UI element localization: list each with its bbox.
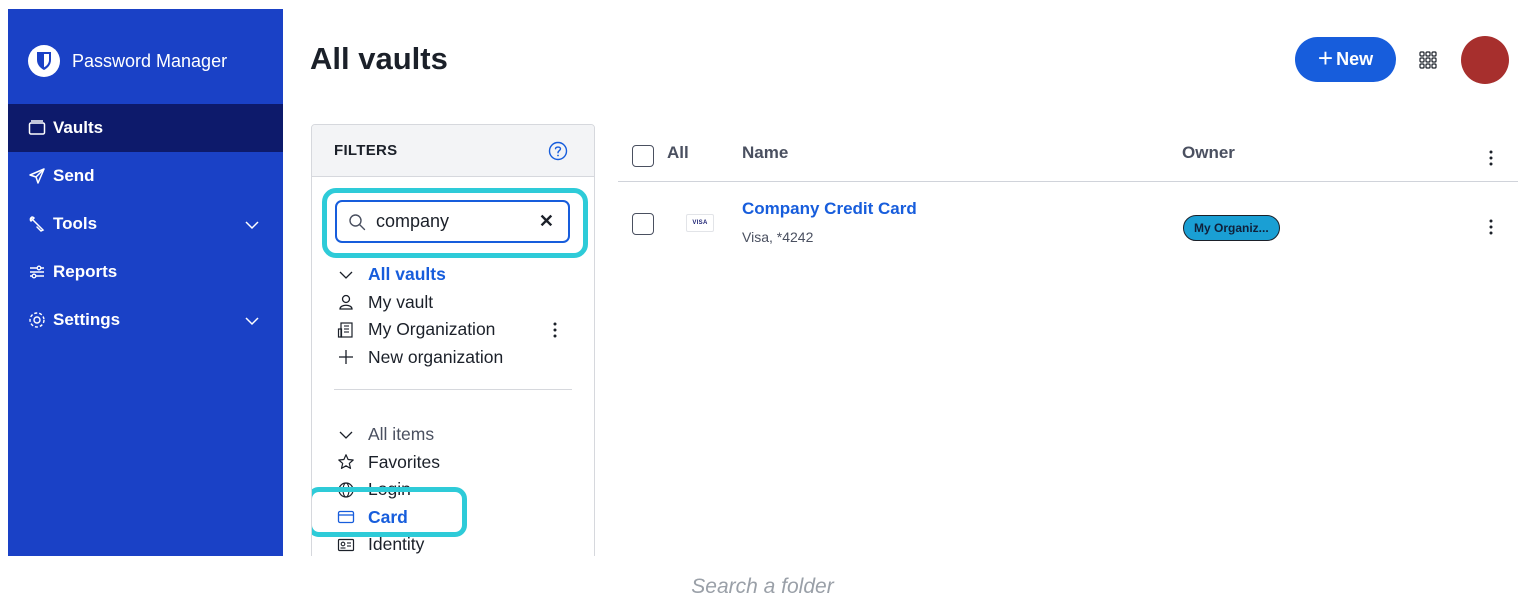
- item-subtitle: Visa, *4242: [742, 229, 814, 245]
- figure-caption: Search a folder: [691, 575, 834, 598]
- sidebar-nav: Vaults Send Tools Reports Settings: [8, 104, 283, 344]
- filters-panel: FILTERS ✕ All vaults My vault My Org: [311, 124, 595, 556]
- id-card-icon: [336, 535, 356, 555]
- page-title: All vaults: [310, 41, 448, 76]
- table-header: All Name Owner: [618, 134, 1518, 182]
- select-all-checkbox[interactable]: [632, 145, 654, 167]
- column-header-owner[interactable]: Owner: [1182, 143, 1235, 163]
- search-field[interactable]: ✕: [335, 200, 570, 243]
- sidebar-item-label: Send: [53, 166, 95, 185]
- new-button[interactable]: + New: [1295, 37, 1396, 82]
- more-options-icon[interactable]: [550, 320, 560, 340]
- chevron-down-icon[interactable]: [243, 312, 261, 330]
- sidebar-item-tools[interactable]: Tools: [8, 200, 283, 248]
- avatar[interactable]: [1461, 36, 1509, 84]
- visa-card-icon: VISA: [686, 214, 714, 232]
- shield-logo-icon: [28, 45, 60, 77]
- filter-my-organization[interactable]: My Organization: [336, 316, 586, 344]
- filters-title: FILTERS: [334, 142, 398, 159]
- organization-icon: [336, 320, 356, 340]
- apps-grid-icon[interactable]: [1419, 51, 1437, 69]
- plus-icon: +: [1317, 43, 1334, 73]
- sidebar-item-send[interactable]: Send: [8, 152, 283, 200]
- filter-my-vault[interactable]: My vault: [336, 289, 586, 317]
- sidebar-item-vaults[interactable]: Vaults: [8, 104, 283, 152]
- help-icon[interactable]: [548, 141, 568, 161]
- clear-search-icon[interactable]: ✕: [539, 211, 554, 232]
- search-icon: [349, 213, 366, 230]
- plus-icon: [336, 347, 356, 367]
- chevron-down-icon[interactable]: [243, 216, 261, 234]
- table-row[interactable]: VISA Company Credit Card Visa, *4242 My …: [618, 182, 1518, 252]
- vault-items-table: All Name Owner VISA Company Credit Card …: [618, 134, 1518, 252]
- sidebar-item-label: Vaults: [53, 118, 104, 137]
- new-button-label: New: [1336, 49, 1374, 69]
- card-highlight: [312, 487, 467, 537]
- filter-label: My Organization: [368, 319, 496, 340]
- reports-icon: [28, 263, 46, 281]
- filters-divider: [334, 389, 572, 390]
- search-input[interactable]: [376, 211, 526, 232]
- sidebar-item-label: Reports: [53, 262, 118, 281]
- filter-label: My vault: [368, 291, 434, 312]
- app-window: Password Manager Vaults Send Tools Repor…: [8, 9, 1525, 556]
- item-name-link[interactable]: Company Credit Card: [742, 199, 917, 219]
- filter-all-items[interactable]: All items: [336, 421, 586, 449]
- tools-icon: [28, 215, 46, 233]
- more-options-icon[interactable]: [1486, 217, 1496, 237]
- star-icon: [336, 452, 356, 472]
- filter-label: All items: [368, 424, 435, 445]
- sidebar-item-settings[interactable]: Settings: [8, 296, 283, 344]
- column-header-all[interactable]: All: [667, 143, 689, 163]
- chevron-down-icon[interactable]: [336, 265, 356, 285]
- filter-label: Identity: [368, 534, 425, 555]
- column-header-name[interactable]: Name: [742, 143, 788, 163]
- sidebar-item-reports[interactable]: Reports: [8, 248, 283, 296]
- more-options-icon[interactable]: [1486, 148, 1496, 168]
- sidebar-item-label: Tools: [53, 214, 98, 233]
- filter-label: All vaults: [368, 264, 446, 285]
- row-checkbox[interactable]: [632, 213, 654, 235]
- filter-label: Favorites: [368, 451, 440, 472]
- vault-filter-tree: All vaults My vault My Organization New …: [336, 261, 586, 371]
- sidebar: Password Manager Vaults Send Tools Repor…: [8, 9, 283, 556]
- filter-favorites[interactable]: Favorites: [336, 449, 586, 477]
- brand[interactable]: Password Manager: [28, 45, 227, 77]
- settings-icon: [28, 311, 46, 329]
- user-icon: [336, 292, 356, 312]
- filter-all-vaults[interactable]: All vaults: [336, 261, 586, 289]
- filter-label: New organization: [368, 346, 504, 367]
- vault-icon: [28, 119, 46, 137]
- sidebar-item-label: Settings: [53, 310, 121, 329]
- send-icon: [28, 167, 46, 185]
- brand-name: Password Manager: [72, 50, 228, 71]
- owner-badge[interactable]: My Organiz...: [1183, 215, 1280, 241]
- chevron-down-icon[interactable]: [336, 425, 356, 445]
- filter-new-organization[interactable]: New organization: [336, 344, 586, 372]
